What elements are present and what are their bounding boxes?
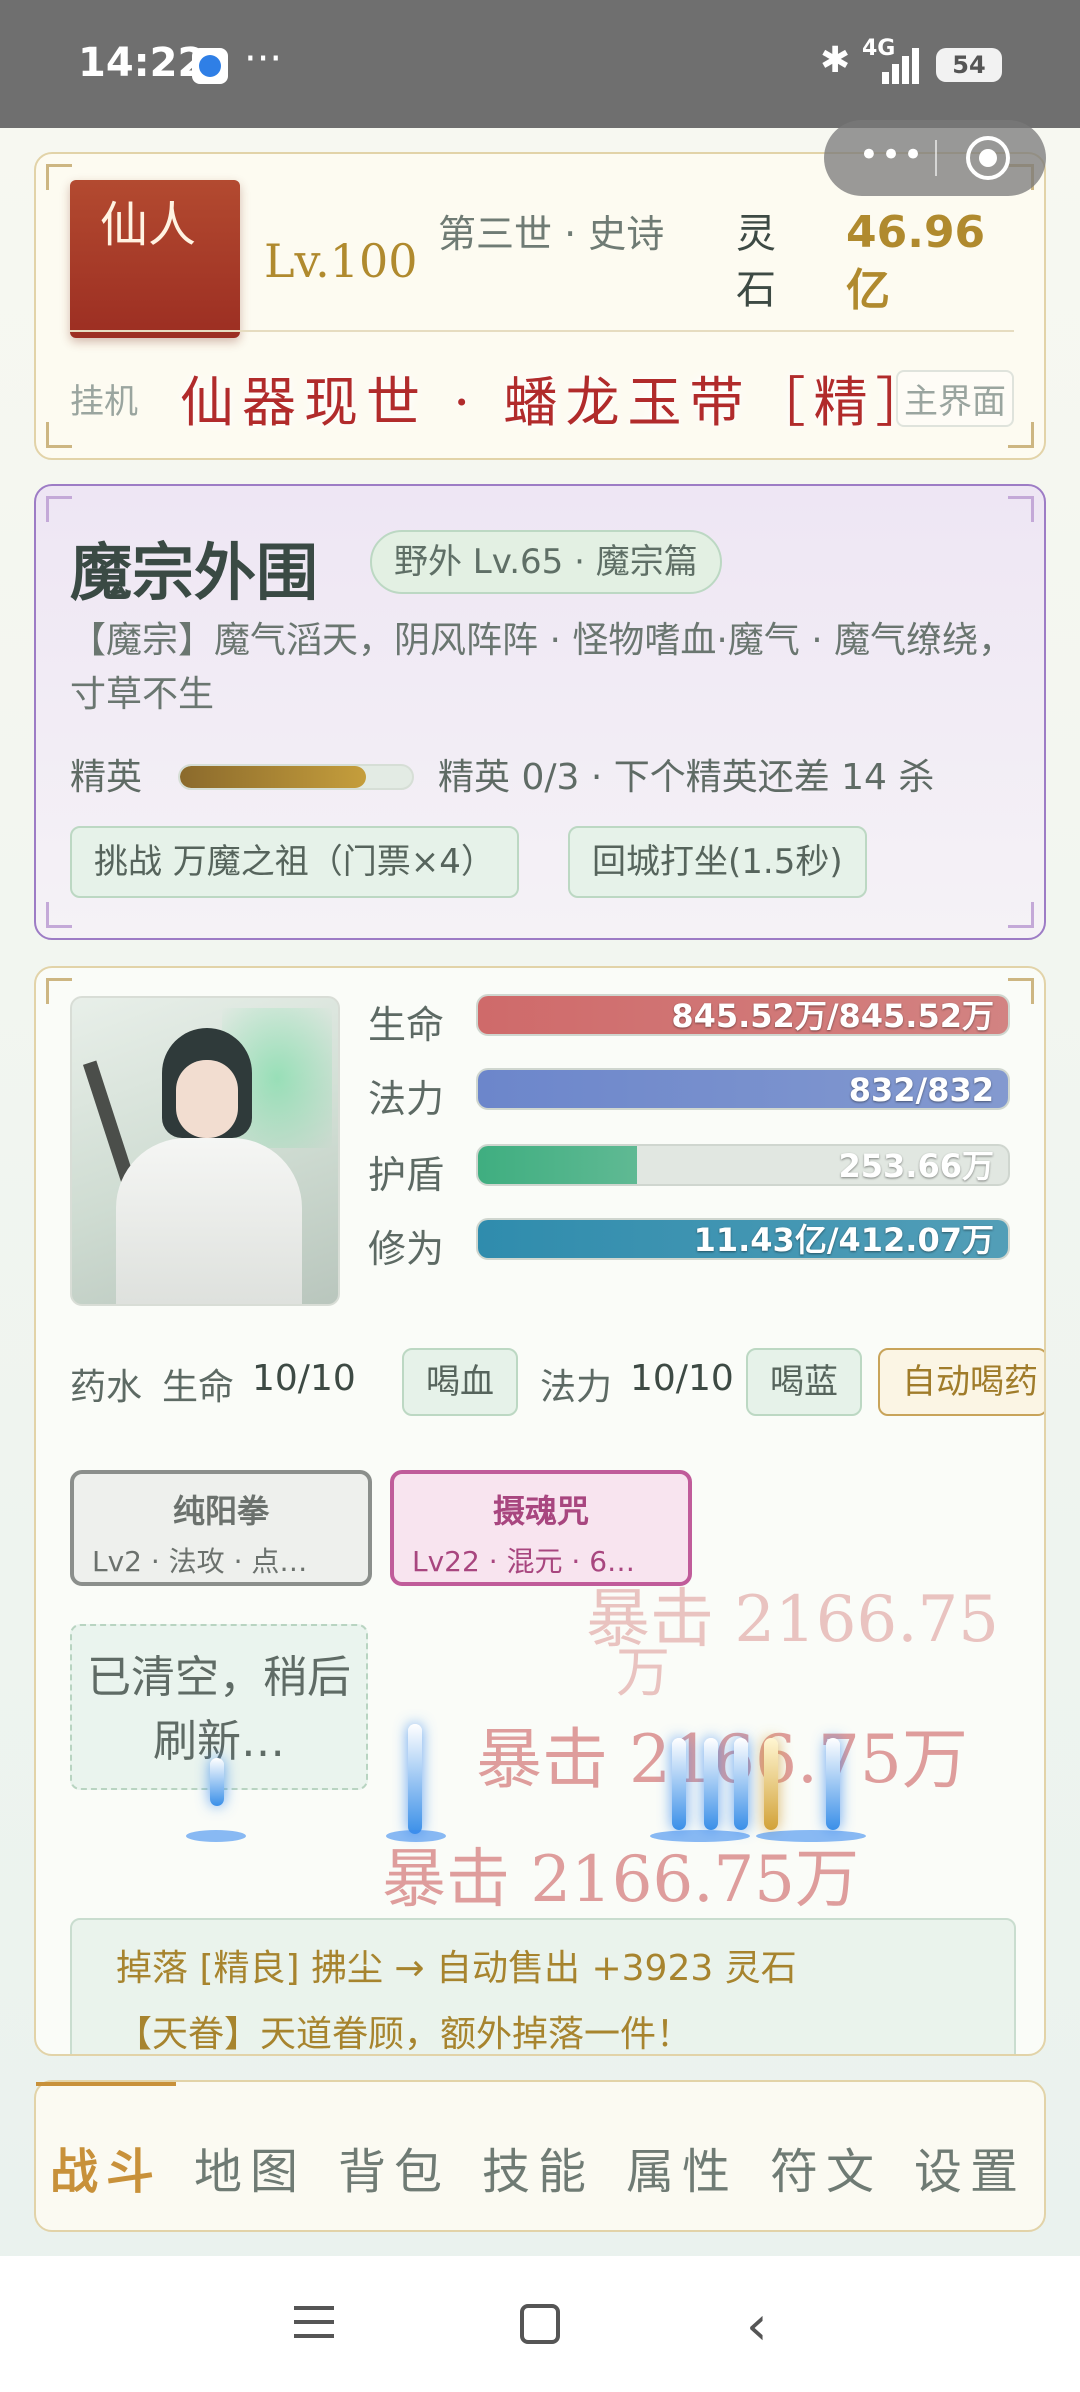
- spell-beam: [704, 1738, 718, 1830]
- zone-description: 【魔宗】魔气滔天，阴风阵阵 · 怪物嗜血·魔气 · 魔气缭绕，寸草不生: [70, 620, 1015, 715]
- system-navigation-bar: ‹: [0, 2256, 1080, 2392]
- mp-label: 法力: [368, 1077, 445, 1121]
- signal-icon: [878, 46, 924, 84]
- drink-hp-button[interactable]: 喝血: [402, 1348, 518, 1416]
- cultivation-value: 11.43亿/412.07万: [693, 1221, 994, 1259]
- shield-value: 253.66万: [838, 1147, 995, 1185]
- header-subbar: 挂机 主界面 仙器现世 · 蟠龙玉带［精］: [70, 364, 1014, 434]
- tab-runes[interactable]: 符文: [770, 2132, 882, 2202]
- zone-card: 魔宗外围 野外 Lv.65 · 魔宗篇 【魔宗】魔气滔天，阴风阵阵 · 怪物嗜血…: [34, 484, 1046, 940]
- spell-beam: [210, 1758, 224, 1806]
- spell-beam: [408, 1724, 422, 1834]
- bluetooth-icon: ✱: [820, 40, 851, 81]
- tab-attributes[interactable]: 属性: [626, 2132, 738, 2202]
- cultivation-bar: 11.43亿/412.07万: [476, 1218, 1010, 1260]
- realm-badge: 仙人: [70, 180, 240, 338]
- back-icon[interactable]: ‹: [746, 2294, 768, 2357]
- battery-indicator: 54: [936, 48, 1002, 82]
- battle-panel: 生命 845.52万/845.52万 法力 832/832 护盾 253.66万…: [34, 966, 1046, 2056]
- spell-beam: [672, 1738, 686, 1830]
- potion-row: 药水 生命 10/10 喝血 法力 10/10 喝蓝 自动喝药: [70, 1348, 1044, 1420]
- zone-tag: 野外 Lv.65 · 魔宗篇: [370, 530, 722, 594]
- log-line: 掉落 [精良] 拂尘 → 自动售出 +3923 灵石: [116, 1948, 797, 1989]
- crit-popup: 暴击 2166.75万: [382, 1843, 859, 1917]
- hp-bar: 845.52万/845.52万: [476, 994, 1010, 1036]
- potion-label: 药水: [70, 1367, 143, 1408]
- auto-potion-button[interactable]: 自动喝药: [878, 1348, 1044, 1416]
- event-banner: 仙器现世 · 蟠龙玉带［精］: [180, 371, 938, 434]
- spirit-stone-label: 灵石: [736, 211, 776, 313]
- hp-label: 生命: [368, 1003, 445, 1047]
- cultivation-label: 修为: [368, 1227, 445, 1271]
- status-bar: 14:22 ··· ✱ 4G 54: [0, 0, 1080, 128]
- player-level: Lv.100: [264, 234, 418, 288]
- spell-beam: [826, 1738, 840, 1830]
- crit-popup: 暴击 2166.75万: [476, 1721, 968, 1798]
- clock: 14:22: [78, 40, 206, 86]
- era-label: 第三世 · 史诗: [438, 212, 665, 256]
- challenge-boss-button[interactable]: 挑战 万魔之祖（门票×4）: [70, 826, 519, 898]
- tab-settings[interactable]: 设置: [914, 2132, 1026, 2202]
- close-target-icon[interactable]: [966, 136, 1010, 180]
- mp-value: 832/832: [848, 1071, 994, 1109]
- potion-hp-count: 10/10: [252, 1358, 356, 1399]
- spell-beam: [734, 1738, 748, 1830]
- more-menu-button[interactable]: •••: [852, 138, 932, 176]
- active-tab-indicator: [36, 2082, 176, 2086]
- hp-value: 845.52万/845.52万: [671, 997, 994, 1035]
- shield-label: 护盾: [368, 1153, 445, 1197]
- recent-apps-icon[interactable]: [294, 2306, 334, 2340]
- potion-mp-label: 法力: [540, 1367, 613, 1408]
- spell-beam: [764, 1738, 778, 1830]
- skill-name: 摄魂咒: [492, 1492, 589, 1530]
- afk-button[interactable]: 挂机: [70, 374, 138, 423]
- potion-mp-count: 10/10: [630, 1358, 734, 1399]
- elite-status: 精英 0/3 · 下个精英还差 14 杀: [438, 757, 935, 798]
- potion-hp-label: 生命: [162, 1367, 235, 1408]
- character-header: 仙人 Lv.100 第三世 · 史诗 灵石 46.96亿 挂机 主界面 仙器现世…: [34, 152, 1046, 460]
- tab-battle[interactable]: 战斗: [50, 2132, 162, 2202]
- miniprogram-capsule: •••: [824, 120, 1046, 196]
- tab-map[interactable]: 地图: [194, 2132, 306, 2202]
- skill-meta: Lv2 · 法攻 · 点…: [92, 1545, 308, 1578]
- tab-skills[interactable]: 技能: [482, 2132, 594, 2202]
- character-portrait: [70, 996, 340, 1306]
- crit-popup-unit: 万: [616, 1641, 670, 1704]
- skill-name: 纯阳拳: [172, 1492, 269, 1530]
- log-line: 【天眷】天道眷顾，额外掉落一件！: [116, 2014, 693, 2055]
- tab-bag[interactable]: 背包: [338, 2132, 450, 2202]
- spirit-stone-value: 46.96亿: [846, 207, 986, 316]
- divider: [70, 330, 1014, 332]
- shield-bar-fill: [478, 1146, 637, 1184]
- mp-bar: 832/832: [476, 1068, 1010, 1110]
- zone-title: 魔宗外围: [70, 536, 319, 609]
- elite-progress-fill: [180, 766, 366, 788]
- home-icon[interactable]: [520, 2304, 560, 2344]
- bottom-nav: 战斗 地图 背包 技能 属性 符文 设置: [34, 2080, 1046, 2232]
- elite-label: 精英: [70, 757, 143, 798]
- more-notifications: ···: [244, 36, 283, 82]
- app-notification-icon: [192, 48, 228, 84]
- return-city-button[interactable]: 回城打坐(1.5秒): [568, 826, 867, 898]
- drink-mp-button[interactable]: 喝蓝: [746, 1348, 862, 1416]
- battle-log: 掉落 [精良] 拂尘 → 自动售出 +3923 灵石 【天眷】天道眷顾，额外掉落…: [70, 1918, 1016, 2055]
- shield-bar: 253.66万: [476, 1144, 1010, 1186]
- elite-progress-bar: [178, 764, 414, 790]
- skill-slot-1[interactable]: 纯阳拳 Lv2 · 法攻 · 点…: [70, 1470, 372, 1586]
